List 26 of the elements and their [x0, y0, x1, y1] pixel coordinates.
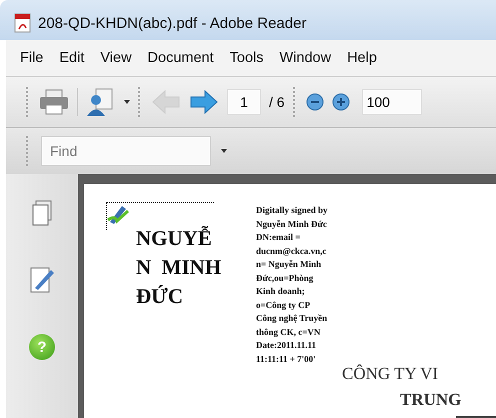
- signature-details: Digitally signed by Nguyễn Minh Đức DN:email = ducnm@ckca.vn,c n= Nguyễn Minh Đức,ou=Phòng Kinh doanh; o=Công ty CP Công nghệ Truyền thông CK, c=VN Date:2011.11.11 11:11:11 + 7'00': [255, 204, 328, 366]
- caret-icon[interactable]: [221, 149, 227, 153]
- menu-item[interactable]: View: [92, 50, 140, 66]
- pdf-file-icon: [14, 13, 32, 33]
- window-title: 208-QD-KHDN(abc).pdf - Adobe Reader: [38, 14, 306, 32]
- next-page-arrow-icon[interactable]: [189, 89, 219, 115]
- document-heading: CÔNG TY VI: [342, 364, 440, 384]
- zoom-in-icon[interactable]: [332, 93, 350, 111]
- page-number-field[interactable]: 1: [227, 89, 261, 115]
- zoom-field[interactable]: 100: [362, 89, 422, 115]
- menu-item[interactable]: Help: [339, 50, 385, 66]
- find-field[interactable]: Find: [41, 136, 211, 166]
- menu-item[interactable]: File: [12, 50, 52, 66]
- printer-icon[interactable]: [39, 89, 69, 115]
- document-heading: TRUNG: [400, 390, 462, 410]
- signature-pen-icon: [107, 203, 129, 225]
- menu-item[interactable]: Document: [140, 50, 222, 66]
- caret-icon[interactable]: [124, 100, 130, 104]
- menu-item[interactable]: Window: [272, 50, 340, 66]
- pen-icon[interactable]: [29, 266, 55, 294]
- signer-name: NGUYỄ N MINH ĐỨC: [136, 225, 222, 310]
- pages-icon[interactable]: [31, 200, 53, 226]
- page-total: / 6: [269, 94, 285, 110]
- menu-item[interactable]: Edit: [51, 50, 92, 66]
- zoom-out-icon[interactable]: [306, 93, 324, 111]
- menu-item[interactable]: Tools: [222, 50, 272, 66]
